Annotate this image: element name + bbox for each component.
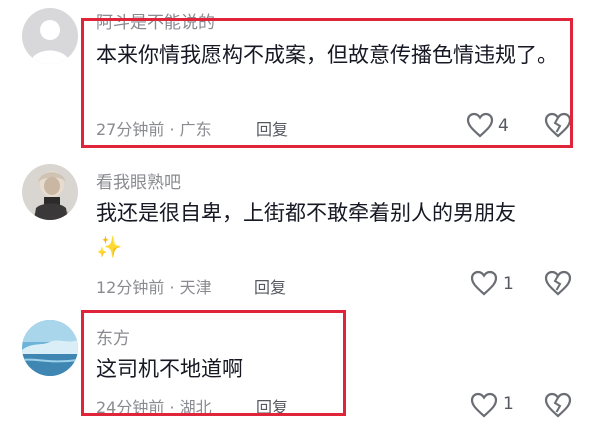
like-count: 1 (503, 394, 514, 414)
comment-item: 看我眼熟吧 我还是很自卑，上街都不敢牵着别人的男朋友 ✨ 12分钟前 · 天津 … (0, 150, 600, 310)
default-avatar-icon (22, 8, 78, 64)
broken-heart-icon (544, 112, 572, 138)
comment-text-content: 我还是很自卑，上街都不敢牵着别人的男朋友 (96, 201, 516, 225)
like-button[interactable] (470, 270, 498, 300)
photo-avatar-icon (22, 164, 78, 220)
comment-text: 我还是很自卑，上街都不敢牵着别人的男朋友 ✨ (96, 196, 576, 264)
comment-time-location: 12分钟前 · 天津 (96, 278, 212, 297)
broken-heart-icon (544, 270, 572, 296)
like-count: 4 (498, 116, 509, 136)
comment-text: 这司机不地道啊 (96, 352, 576, 386)
comment-text-content: 这司机不地道啊 (96, 357, 243, 381)
comment-time-location: 27分钟前 · 广东 (96, 120, 212, 139)
dislike-button[interactable] (544, 112, 572, 142)
like-button[interactable] (466, 112, 494, 142)
avatar[interactable] (22, 8, 78, 64)
avatar[interactable] (22, 164, 78, 220)
avatar[interactable] (22, 320, 78, 376)
reply-button[interactable]: 回复 (254, 274, 286, 298)
landscape-avatar-icon (22, 320, 78, 376)
comment-username[interactable]: 东方 (96, 324, 130, 349)
comment-username[interactable]: 阿斗是不能说的 (96, 8, 215, 33)
comment-item: 东方 这司机不地道啊 24分钟前 · 湖北 回复 1 (0, 310, 600, 418)
like-button[interactable] (470, 392, 498, 422)
comment-text: 本来你情我愿构不成案，但故意传播色情违规了。 (96, 38, 576, 72)
reply-button[interactable]: 回复 (256, 116, 288, 140)
like-count: 1 (503, 274, 514, 294)
comment-item: 阿斗是不能说的 本来你情我愿构不成案，但故意传播色情违规了。 27分钟前 · 广… (0, 0, 600, 150)
sparkles-emoji: ✨ (96, 235, 123, 259)
heart-icon (466, 112, 494, 138)
heart-icon (470, 270, 498, 296)
dislike-button[interactable] (544, 270, 572, 300)
comment-text-content: 本来你情我愿构不成案，但故意传播色情违规了。 (96, 43, 558, 67)
heart-icon (470, 392, 498, 418)
dislike-button[interactable] (544, 392, 572, 422)
broken-heart-icon (544, 392, 572, 418)
comment-time-location: 24分钟前 · 湖北 (96, 398, 212, 417)
reply-button[interactable]: 回复 (256, 394, 288, 418)
comment-username[interactable]: 看我眼熟吧 (96, 168, 181, 193)
